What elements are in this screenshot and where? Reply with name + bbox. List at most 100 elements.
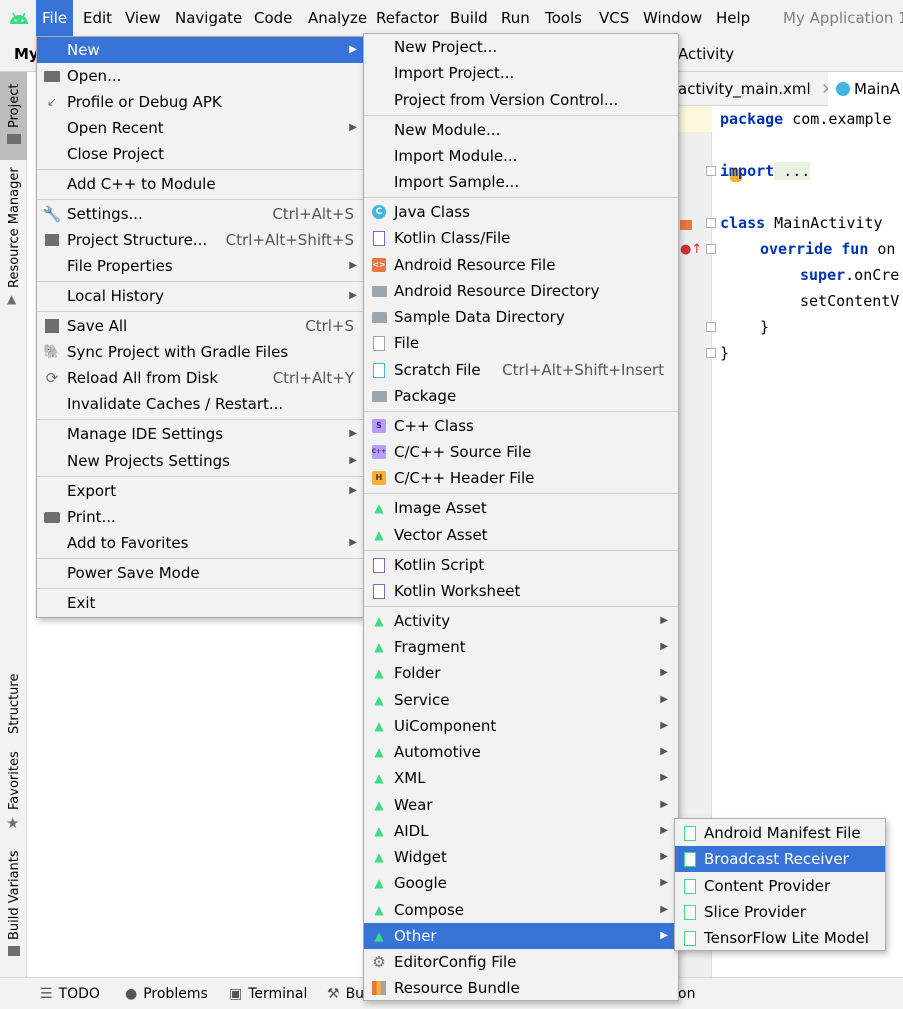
fold-marker-icon[interactable]: [706, 218, 716, 228]
file-menu-open[interactable]: Open...: [37, 63, 363, 89]
file-item[interactable]: File: [364, 330, 678, 356]
file-menu-invalidate-caches[interactable]: Invalidate Caches / Restart...: [37, 391, 363, 417]
problems-tool-button[interactable]: ● Problems: [125, 978, 208, 1009]
code-line[interactable]: }: [760, 318, 769, 336]
project-tool-tab[interactable]: Project: [0, 72, 27, 160]
resource-manager-tool-tab[interactable]: Resource Manager ▲: [0, 164, 27, 314]
override-icon[interactable]: ●↑: [680, 242, 702, 257]
slice-provider-item[interactable]: Slice Provider: [675, 899, 885, 925]
menu-file[interactable]: File: [36, 0, 74, 36]
fold-marker-icon[interactable]: [706, 166, 716, 176]
breadcrumb-current[interactable]: Activity: [678, 36, 734, 72]
menu-tools[interactable]: Tools: [545, 0, 582, 36]
automotive-item[interactable]: ▲ Automotive ▶: [364, 739, 678, 765]
structure-tool-tab[interactable]: Structure: [0, 642, 27, 742]
fragment-item[interactable]: ▲ Fragment ▶: [364, 634, 678, 660]
file-menu-add-to-favorites[interactable]: Add to Favorites ▶: [37, 530, 363, 556]
image-asset-item[interactable]: ▲ Image Asset: [364, 495, 678, 521]
breadcrumb-project[interactable]: My: [14, 36, 39, 72]
android-manifest-file-item[interactable]: Android Manifest File: [675, 820, 885, 846]
project-from-vcs-item[interactable]: Project from Version Control...: [364, 87, 678, 113]
menu-build[interactable]: Build: [450, 0, 488, 36]
build-tool-button[interactable]: ⚒ Bu: [327, 978, 364, 1009]
package-item[interactable]: Package: [364, 383, 678, 409]
activity-item[interactable]: ▲ Activity ▶: [364, 608, 678, 634]
code-line[interactable]: }: [720, 344, 729, 362]
file-menu-new[interactable]: New ▶: [37, 37, 363, 63]
file-menu-profile-apk[interactable]: ↙ Profile or Debug APK: [37, 89, 363, 115]
file-menu-new-projects-settings[interactable]: New Projects Settings ▶: [37, 448, 363, 474]
menu-view[interactable]: View: [125, 0, 161, 36]
compose-item[interactable]: ▲ Compose ▶: [364, 897, 678, 923]
menu-vcs[interactable]: VCS: [599, 0, 629, 36]
file-menu-sync-gradle[interactable]: 🐘 Sync Project with Gradle Files: [37, 339, 363, 365]
kotlin-script-item[interactable]: Kotlin Script: [364, 552, 678, 578]
content-provider-item[interactable]: Content Provider: [675, 873, 885, 899]
xml-item[interactable]: ▲ XML ▶: [364, 765, 678, 791]
tab-main-activity[interactable]: MainA: [828, 72, 903, 106]
code-line[interactable]: override fun on: [760, 240, 895, 258]
terminal-tool-button[interactable]: ▣ Terminal: [229, 978, 307, 1009]
import-project-item[interactable]: Import Project...: [364, 60, 678, 86]
cpp-class-item[interactable]: S C++ Class: [364, 413, 678, 439]
sample-data-directory-item[interactable]: Sample Data Directory: [364, 304, 678, 330]
file-menu-settings[interactable]: 🔧 Settings... Ctrl+Alt+S: [37, 201, 363, 227]
menu-refactor[interactable]: Refactor: [376, 0, 439, 36]
file-menu-file-properties[interactable]: File Properties ▶: [37, 253, 363, 279]
new-module-item[interactable]: New Module...: [364, 117, 678, 143]
ui-component-item[interactable]: ▲ UiComponent ▶: [364, 713, 678, 739]
tensorflow-lite-model-item[interactable]: TensorFlow Lite Model: [675, 925, 885, 951]
widget-item[interactable]: ▲ Widget ▶: [364, 844, 678, 870]
kotlin-worksheet-item[interactable]: Kotlin Worksheet: [364, 578, 678, 604]
menu-navigate[interactable]: Navigate: [175, 0, 242, 36]
fold-marker-icon[interactable]: [706, 244, 716, 254]
fold-marker-icon[interactable]: [706, 322, 716, 332]
broadcast-receiver-item[interactable]: Broadcast Receiver: [675, 846, 885, 872]
code-line[interactable]: package com.example: [720, 110, 892, 128]
code-line[interactable]: class MainActivity: [720, 214, 883, 232]
file-menu-local-history[interactable]: Local History ▶: [37, 283, 363, 309]
file-menu-exit[interactable]: Exit: [37, 590, 363, 616]
java-class-item[interactable]: C Java Class: [364, 199, 678, 225]
fold-marker-icon[interactable]: [706, 348, 716, 358]
code-line[interactable]: super.onCre: [800, 266, 899, 284]
code-line[interactable]: import ...: [720, 162, 811, 180]
menu-code[interactable]: Code: [254, 0, 292, 36]
file-menu-export[interactable]: Export ▶: [37, 478, 363, 504]
menu-run[interactable]: Run: [501, 0, 530, 36]
file-menu-add-cpp[interactable]: Add C++ to Module: [37, 171, 363, 197]
file-menu-reload[interactable]: ⟳ Reload All from Disk Ctrl+Alt+Y: [37, 365, 363, 391]
editorconfig-file-item[interactable]: ⚙ EditorConfig File: [364, 949, 678, 975]
app-inspection-tool-button[interactable]: on: [678, 978, 695, 1009]
layout-reference-icon[interactable]: [680, 220, 692, 230]
android-resource-file-item[interactable]: <> Android Resource File: [364, 252, 678, 278]
kotlin-class-item[interactable]: Kotlin Class/File: [364, 225, 678, 251]
code-line[interactable]: setContentV: [800, 292, 899, 310]
build-variants-tool-tab[interactable]: Build Variants: [0, 850, 27, 962]
google-item[interactable]: ▲ Google ▶: [364, 870, 678, 896]
menu-edit[interactable]: Edit: [83, 0, 112, 36]
aidl-item[interactable]: ▲ AIDL ▶: [364, 818, 678, 844]
resource-bundle-item[interactable]: Resource Bundle: [364, 975, 678, 1001]
todo-tool-button[interactable]: ☰ TODO: [40, 978, 100, 1009]
file-menu-save-all[interactable]: Save All Ctrl+S: [37, 313, 363, 339]
file-menu-manage-ide-settings[interactable]: Manage IDE Settings ▶: [37, 421, 363, 447]
scratch-file-item[interactable]: Scratch File Ctrl+Alt+Shift+Insert: [364, 357, 678, 383]
menu-analyze[interactable]: Analyze: [308, 0, 367, 36]
new-project-item[interactable]: New Project...: [364, 34, 678, 60]
cpp-header-file-item[interactable]: H C/C++ Header File: [364, 465, 678, 491]
favorites-tool-tab[interactable]: Favorites ★: [0, 744, 27, 832]
vector-asset-item[interactable]: ▲ Vector Asset: [364, 522, 678, 548]
file-menu-close-project[interactable]: Close Project: [37, 141, 363, 167]
cpp-source-file-item[interactable]: C++ C/C++ Source File: [364, 439, 678, 465]
file-menu-project-structure[interactable]: Project Structure... Ctrl+Alt+Shift+S: [37, 227, 363, 253]
wear-item[interactable]: ▲ Wear ▶: [364, 792, 678, 818]
folder-item[interactable]: ▲ Folder ▶: [364, 660, 678, 686]
service-item[interactable]: ▲ Service ▶: [364, 687, 678, 713]
file-menu-open-recent[interactable]: Open Recent ▶: [37, 115, 363, 141]
menu-window[interactable]: Window: [643, 0, 702, 36]
import-module-item[interactable]: Import Module...: [364, 143, 678, 169]
file-menu-print[interactable]: Print...: [37, 504, 363, 530]
import-sample-item[interactable]: Import Sample...: [364, 169, 678, 195]
menu-help[interactable]: Help: [716, 0, 750, 36]
